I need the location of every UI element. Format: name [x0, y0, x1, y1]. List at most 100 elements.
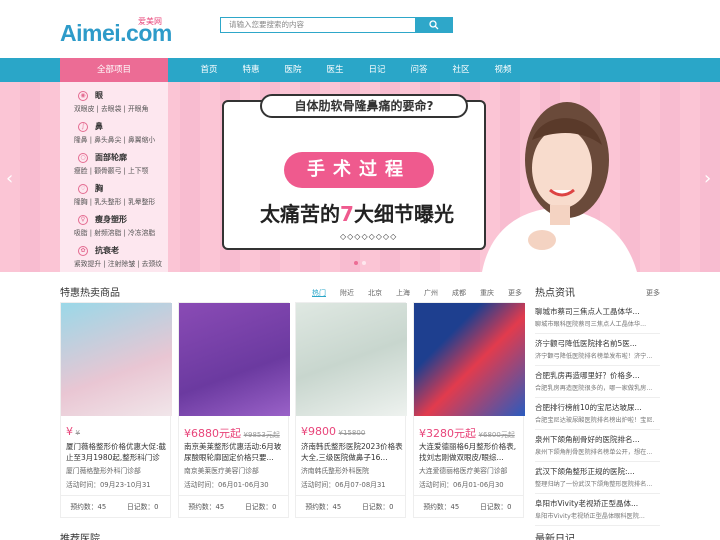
news-item-title[interactable]: 阜阳市Vivity老视矫正型晶体... — [535, 498, 655, 509]
product-diary-count: 日记数：0 — [244, 503, 277, 511]
city-tab[interactable]: 热门 — [312, 288, 326, 298]
nav-item-deals[interactable]: 特惠 — [232, 58, 270, 82]
product-diary-count: 日记数：0 — [479, 503, 512, 511]
sidebar-item-face[interactable]: ○ 面部轮廓 瘦脸 | 颧骨颧弓 | 上下颚 — [60, 148, 168, 179]
nav-item-diary[interactable]: 日记 — [358, 58, 396, 82]
news-item-title[interactable]: 合肥排行榜前10的宝尼达玻尿... — [535, 402, 655, 413]
product-reserve-count: 预约数：45 — [70, 503, 107, 511]
news-item-title[interactable]: 合肥乳房再造哪里好？价格多... — [535, 370, 655, 381]
nav-item-hospitals[interactable]: 医院 — [274, 58, 312, 82]
banner-pill: 手术过程 — [284, 152, 434, 188]
product-title[interactable]: 厦门薇格整形价格优惠大促:截止至3月1980起,整形科门诊 — [66, 441, 170, 463]
news-item-summary: 阜阳市Vivity老视矫正型晶体眼科医院... — [535, 513, 645, 520]
product-hospital[interactable]: 厦门薇格整形外科门诊部 — [66, 465, 170, 475]
category-sidebar: ◉ 眼 双眼皮 | 去眼袋 | 开眼角 ∫ 鼻 隆鼻 | 鼻头鼻尖 | 鼻翼缩小… — [60, 82, 168, 272]
sidebar-item-eye[interactable]: ◉ 眼 双眼皮 | 去眼袋 | 开眼角 — [60, 86, 168, 117]
sidebar-item-sub[interactable]: 瘦脸 | 颧骨颧弓 | 上下颚 — [74, 165, 148, 175]
sidebar-item-sub[interactable]: 隆鼻 | 鼻头鼻尖 | 鼻翼缩小 — [74, 134, 155, 144]
news-title: 热点资讯 — [535, 288, 575, 299]
news-item-summary: 合肥宝尼达玻尿酸医院排名榜出炉啦！宝尼... — [535, 417, 655, 424]
banner-prev-arrow[interactable]: ‹ — [6, 168, 13, 189]
news-item[interactable]: 武汉下颌角整形正规的医院:... 整理归纳了一份武汉下颌角整形医院排名... — [535, 462, 660, 494]
sidebar-item-sub[interactable]: 隆胸 | 乳头整形 | 乳晕整形 — [74, 196, 155, 206]
banner-pagination — [354, 261, 366, 265]
product-diary-count: 日记数：0 — [126, 503, 159, 511]
sidebar-item-title: 面部轮廓 — [95, 153, 127, 162]
product-title[interactable]: 济南韩氏整形医院2023价格表大全,三级医院做鼻子16... — [301, 441, 405, 463]
product-diary-count: 日记数：0 — [361, 503, 394, 511]
product-orig-price: ¥ — [75, 429, 81, 437]
sidebar-item-nose[interactable]: ∫ 鼻 隆鼻 | 鼻头鼻尖 | 鼻翼缩小 — [60, 117, 168, 148]
product-hospital[interactable]: 南京美莱医疗美容门诊部 — [184, 465, 288, 475]
city-tab[interactable]: 成都 — [452, 288, 466, 298]
news-item-title[interactable]: 聊城市蔡司三焦点人工晶体华... — [535, 306, 655, 317]
city-tab[interactable]: 上海 — [396, 288, 410, 298]
news-item-title[interactable]: 济宁颧弓降低医院排名前5医... — [535, 338, 655, 349]
sidebar-item-antiaging[interactable]: ✿ 抗衰老 紧致提升 | 注射除皱 | 去颈纹 — [60, 241, 168, 272]
search-input[interactable]: 请输入您要搜索的内容 — [220, 17, 415, 33]
search-button[interactable] — [415, 17, 453, 33]
news-item[interactable]: 合肥乳房再造哪里好？价格多... 合肥乳房再造医院很多的，哪一家做乳房... — [535, 366, 660, 398]
city-tab[interactable]: 附近 — [340, 288, 354, 298]
sidebar-item-title: 瘦身塑形 — [95, 215, 127, 224]
city-tab[interactable]: 重庆 — [480, 288, 494, 298]
product-orig-price: ¥6800元起 — [478, 431, 515, 439]
product-hospital[interactable]: 大连爱德丽格医疗美容门诊部 — [419, 465, 523, 475]
news-item[interactable]: 合肥排行榜前10的宝尼达玻尿... 合肥宝尼达玻尿酸医院排名榜出炉啦！宝尼... — [535, 398, 660, 430]
product-orig-price: ¥9853元起 — [243, 431, 280, 439]
sidebar-item-sub[interactable]: 吸脂 | 射频溶脂 | 冷冻溶脂 — [74, 227, 155, 237]
product-reserve-count: 预约数：45 — [188, 503, 225, 511]
sidebar-item-chest[interactable]: ♡ 胸 隆胸 | 乳头整形 | 乳晕整形 — [60, 179, 168, 210]
news-item-summary: 济宁颧弓降低医院排名榜单发布啦！济宁... — [535, 353, 653, 360]
nav-item-home[interactable]: 首页 — [190, 58, 228, 82]
product-price: ¥6880元起 — [184, 427, 241, 440]
city-tab[interactable]: 北京 — [368, 288, 382, 298]
product-title[interactable]: 大连爱德丽格6月整形价格表,找刘志刚做双眼皮/眼综... — [419, 441, 523, 463]
sidebar-item-title: 胸 — [95, 184, 103, 193]
news-item-summary: 泉州下颌角削骨医院排名榜单公开，想在... — [535, 449, 653, 456]
product-date: 活动时间：09月23-10月31 — [66, 481, 151, 489]
news-item[interactable]: 阜阳市Vivity老视矫正型晶体... 阜阳市Vivity老视矫正型晶体眼科医院.… — [535, 494, 660, 526]
product-card[interactable]: ¥9800 ¥15800 济南韩氏整形医院2023价格表大全,三级医院做鼻子16… — [295, 302, 407, 518]
product-hospital[interactable]: 济南韩氏整形外科医院 — [301, 465, 405, 475]
all-projects-tab[interactable]: 全部项目 — [60, 58, 168, 82]
sidebar-item-sub[interactable]: 双眼皮 | 去眼袋 | 开眼角 — [74, 103, 148, 113]
product-card[interactable]: ¥3280元起 ¥6800元起 大连爱德丽格6月整形价格表,找刘志刚做双眼皮/眼… — [413, 302, 525, 518]
nav-item-community[interactable]: 社区 — [442, 58, 480, 82]
product-title[interactable]: 南京美莱整形优惠活动:6月玻尿酸眼轮廓固定价格只要... — [184, 441, 288, 463]
news-item[interactable]: 聊城市蔡司三焦点人工晶体华... 聊城市眼科医院蔡司三焦点人工晶体华... — [535, 302, 660, 334]
sidebar-item-title: 鼻 — [95, 122, 103, 131]
site-logo[interactable]: Aimei.com 爱美网 — [60, 17, 172, 50]
news-item-title[interactable]: 武汉下颌角整形正规的医院:... — [535, 466, 655, 477]
sidebar-item-sub[interactable]: 紧致提升 | 注射除皱 | 去颈纹 — [74, 258, 162, 268]
banner-dot[interactable] — [354, 261, 358, 265]
nav-item-video[interactable]: 视频 — [484, 58, 522, 82]
sidebar-item-body[interactable]: ♀ 瘦身塑形 吸脂 | 射频溶脂 | 冷冻溶脂 — [60, 210, 168, 241]
nav-items: 首页 特惠 医院 医生 日记 问答 社区 视频 — [190, 58, 526, 82]
product-card[interactable]: ¥6880元起 ¥9853元起 南京美莱整形优惠活动:6月玻尿酸眼轮廓固定价格只… — [178, 302, 290, 518]
banner-question: 自体肋软骨隆鼻痛的要命? — [260, 94, 468, 118]
banner-dot[interactable] — [362, 261, 366, 265]
news-more-link[interactable]: 更多 — [646, 288, 660, 298]
news-item-title[interactable]: 泉州下颌角削骨好的医院排名... — [535, 434, 655, 445]
nav-item-doctors[interactable]: 医生 — [316, 58, 354, 82]
banner-next-arrow[interactable]: › — [704, 168, 711, 189]
nav-item-qa[interactable]: 问答 — [400, 58, 438, 82]
product-card[interactable]: ¥ ¥ 厦门薇格整形价格优惠大促:截止至3月1980起,整形科门诊 厦门薇格整形… — [60, 302, 172, 518]
eye-icon: ◉ — [78, 91, 88, 101]
news-list: 聊城市蔡司三焦点人工晶体华... 聊城市眼科医院蔡司三焦点人工晶体华... 济宁颧… — [535, 302, 660, 526]
search-bar: 请输入您要搜索的内容 — [220, 17, 453, 33]
city-tab[interactable]: 广州 — [424, 288, 438, 298]
news-item[interactable]: 济宁颧弓降低医院排名前5医... 济宁颧弓降低医院排名榜单发布啦！济宁... — [535, 334, 660, 366]
product-image — [296, 303, 407, 416]
banner-card: 自体肋软骨隆鼻痛的要命? 手术过程 太痛苦的7大细节曝光 ◇◇◇◇◇◇◇◇ — [222, 94, 486, 250]
news-item[interactable]: 泉州下颌角削骨好的医院排名... 泉州下颌角削骨医院排名榜单公开，想在... — [535, 430, 660, 462]
banner-headline: 太痛苦的7大细节曝光 — [260, 202, 454, 226]
header: Aimei.com 爱美网 请输入您要搜索的内容 — [0, 0, 720, 58]
product-orig-price: ¥15800 — [338, 429, 366, 437]
banner-deco-dots: ◇◇◇◇◇◇◇◇ — [340, 232, 398, 241]
product-reserve-count: 预约数：45 — [305, 503, 342, 511]
product-price: ¥ — [66, 425, 73, 438]
news-item-summary: 聊城市眼科医院蔡司三焦点人工晶体华... — [535, 321, 647, 328]
hot-deals-more-link[interactable]: 更多 — [508, 288, 522, 298]
